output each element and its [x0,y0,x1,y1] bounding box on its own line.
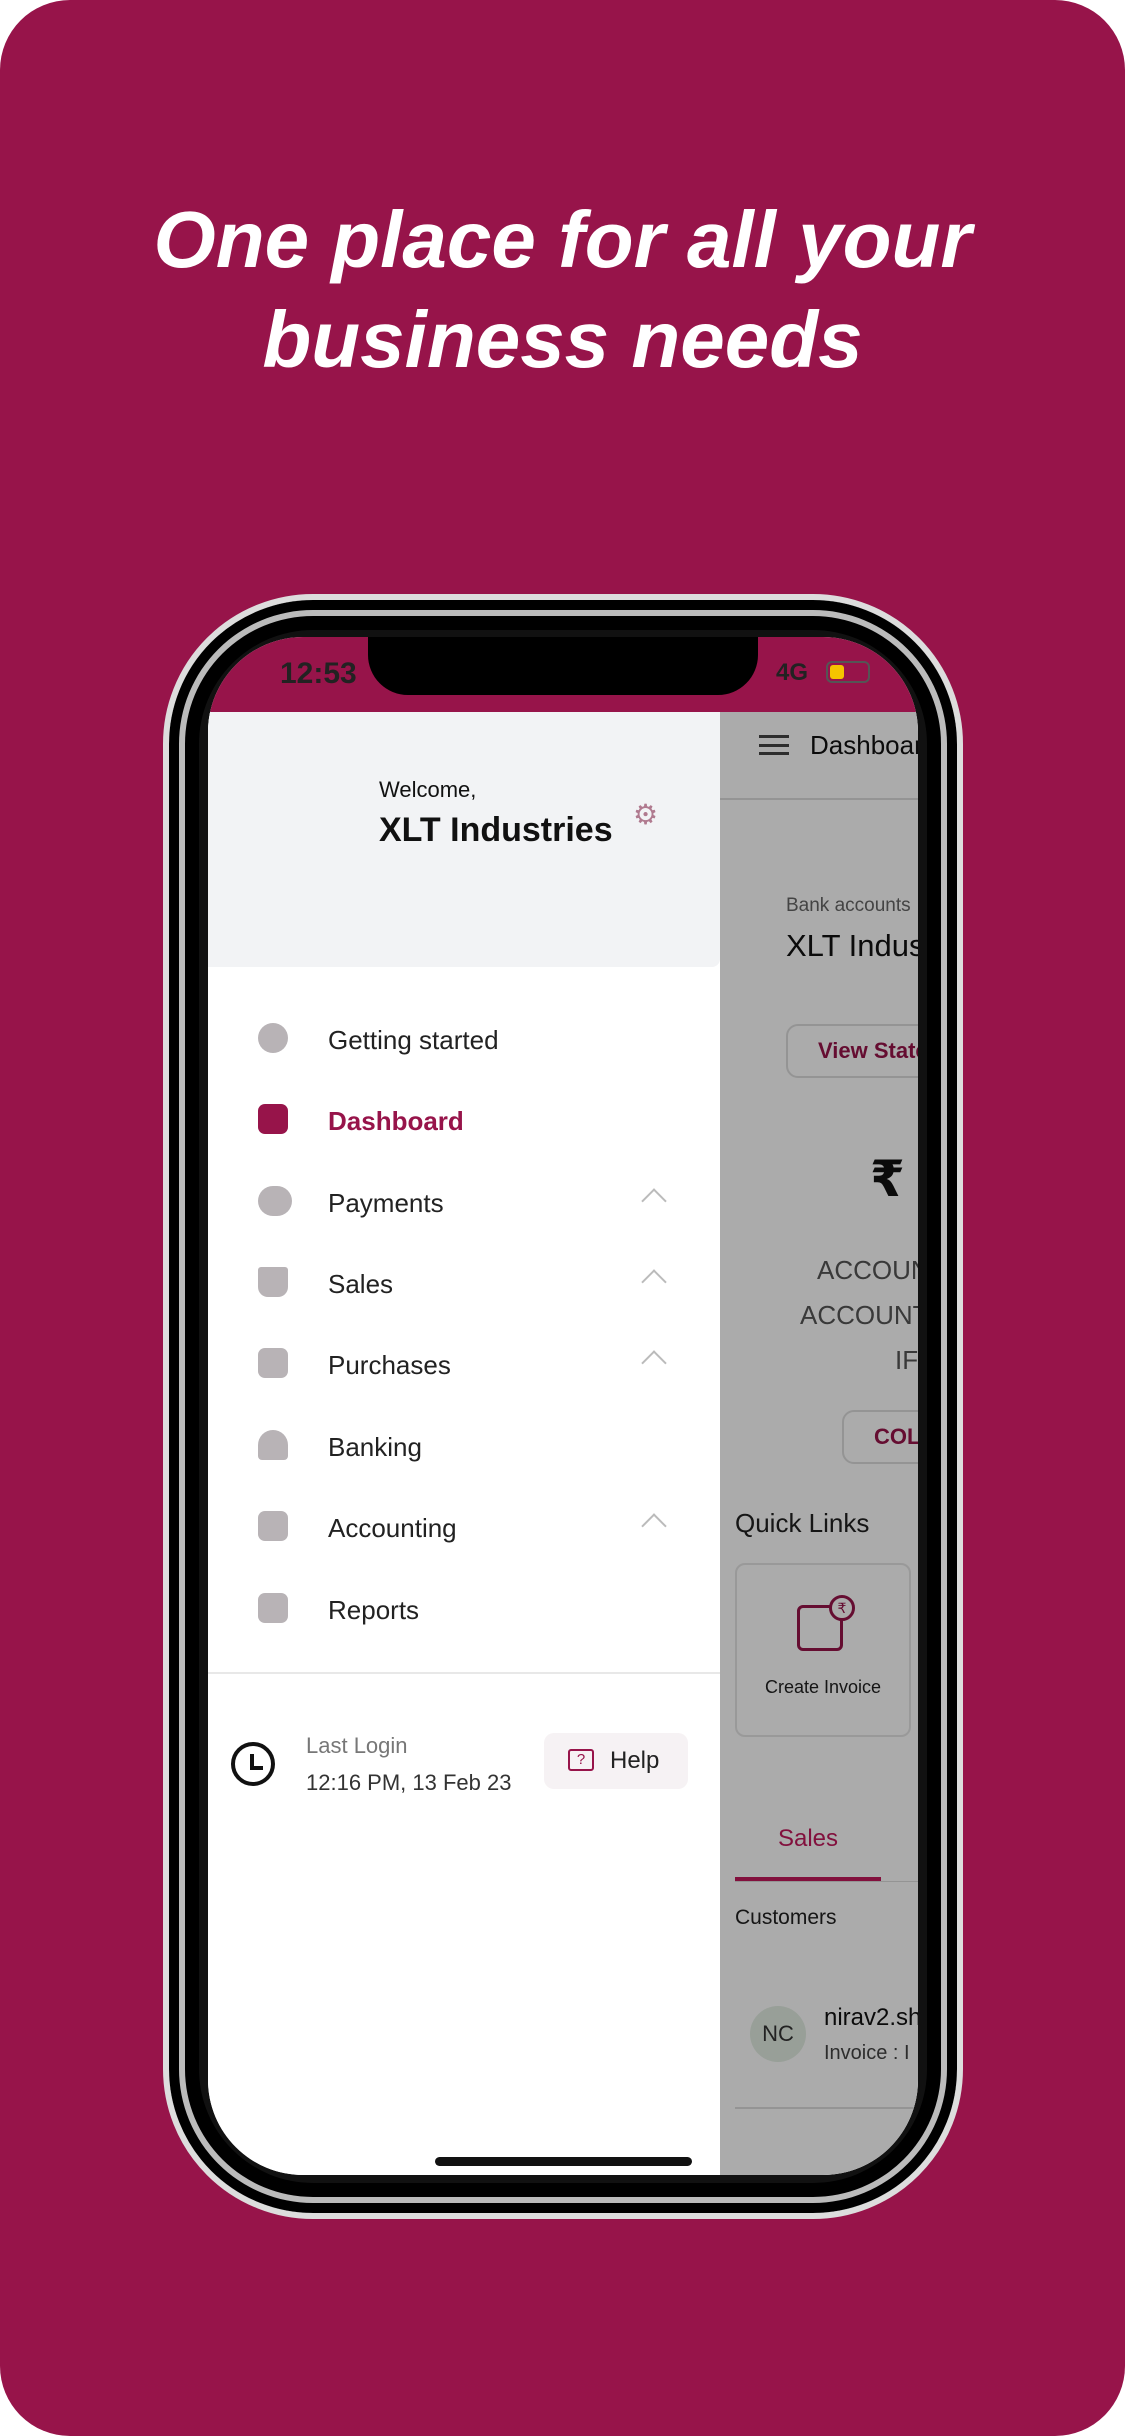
sidebar-item-banking[interactable]: Banking [208,1406,720,1486]
clock-icon [231,1742,275,1786]
bank-icon [258,1430,288,1460]
welcome-text: Welcome, [379,777,477,802]
sidebar-item-accounting[interactable]: Accounting [208,1487,720,1567]
phone-screen: 12:53 4G Dashboar Bank accounts XLT Indu… [208,637,918,2175]
basket-icon [258,1267,288,1297]
help-chat-icon: ? [568,1749,594,1771]
dashboard-icon [258,1104,288,1134]
company-name: XLT Industries [379,811,613,849]
sidebar-item-label: Banking [328,1432,422,1462]
status-time: 12:53 [280,657,357,690]
home-indicator[interactable] [435,2157,692,2166]
sidebar-item-label: Dashboard [328,1106,464,1136]
status-bar: 12:53 4G [208,637,918,712]
sidebar-item-sales[interactable]: Sales [208,1243,720,1323]
calculator-icon [258,1511,288,1541]
lightbulb-icon [258,1023,288,1053]
sidebar-item-getting-started[interactable]: Getting started [208,999,720,1079]
sidebar-item-reports[interactable]: Reports [208,1569,720,1649]
headline-line-1: One place for all your [153,195,972,284]
dashboard-screen: Dashboar Bank accounts XLT Indus View St… [720,712,918,2175]
sidebar-item-payments[interactable]: Payments [208,1162,720,1242]
scroll-icon [258,1593,288,1623]
sidebar-item-dashboard[interactable]: Dashboard [208,1080,720,1160]
help-button[interactable]: ? Help [544,1733,688,1789]
chevron-up-icon[interactable] [641,1350,667,1376]
chevron-up-icon[interactable] [641,1513,667,1539]
last-login-value: 12:16 PM, 13 Feb 23 [306,1770,512,1795]
gear-icon[interactable]: ⚙ [633,801,659,829]
sidebar-item-label: Getting started [328,1025,499,1055]
sidebar-item-label: Reports [328,1595,420,1625]
rupee-coins-icon [258,1186,292,1216]
navigation-drawer: Welcome, XLT Industries ⚙ Getting starte… [208,712,720,2175]
drawer-scrim[interactable] [720,712,918,2175]
box-icon [258,1348,288,1378]
sidebar-item-label: Purchases [328,1350,451,1380]
chevron-up-icon[interactable] [641,1188,667,1214]
network-indicator: 4G [776,659,809,686]
headline: One place for all your business needs [0,190,1125,390]
sidebar-item-label: Accounting [328,1513,457,1543]
sidebar-item-label: Payments [328,1188,444,1218]
chevron-up-icon[interactable] [641,1269,667,1295]
battery-low-icon [826,661,870,683]
sidebar-item-purchases[interactable]: Purchases [208,1324,720,1404]
headline-line-2: business needs [262,295,863,384]
drawer-header: Welcome, XLT Industries ⚙ [208,712,720,967]
drawer-divider [208,1672,720,1674]
help-label: Help [610,1747,660,1774]
last-login-label: Last Login [306,1733,408,1758]
sidebar-item-label: Sales [328,1269,394,1299]
notch [368,637,758,695]
